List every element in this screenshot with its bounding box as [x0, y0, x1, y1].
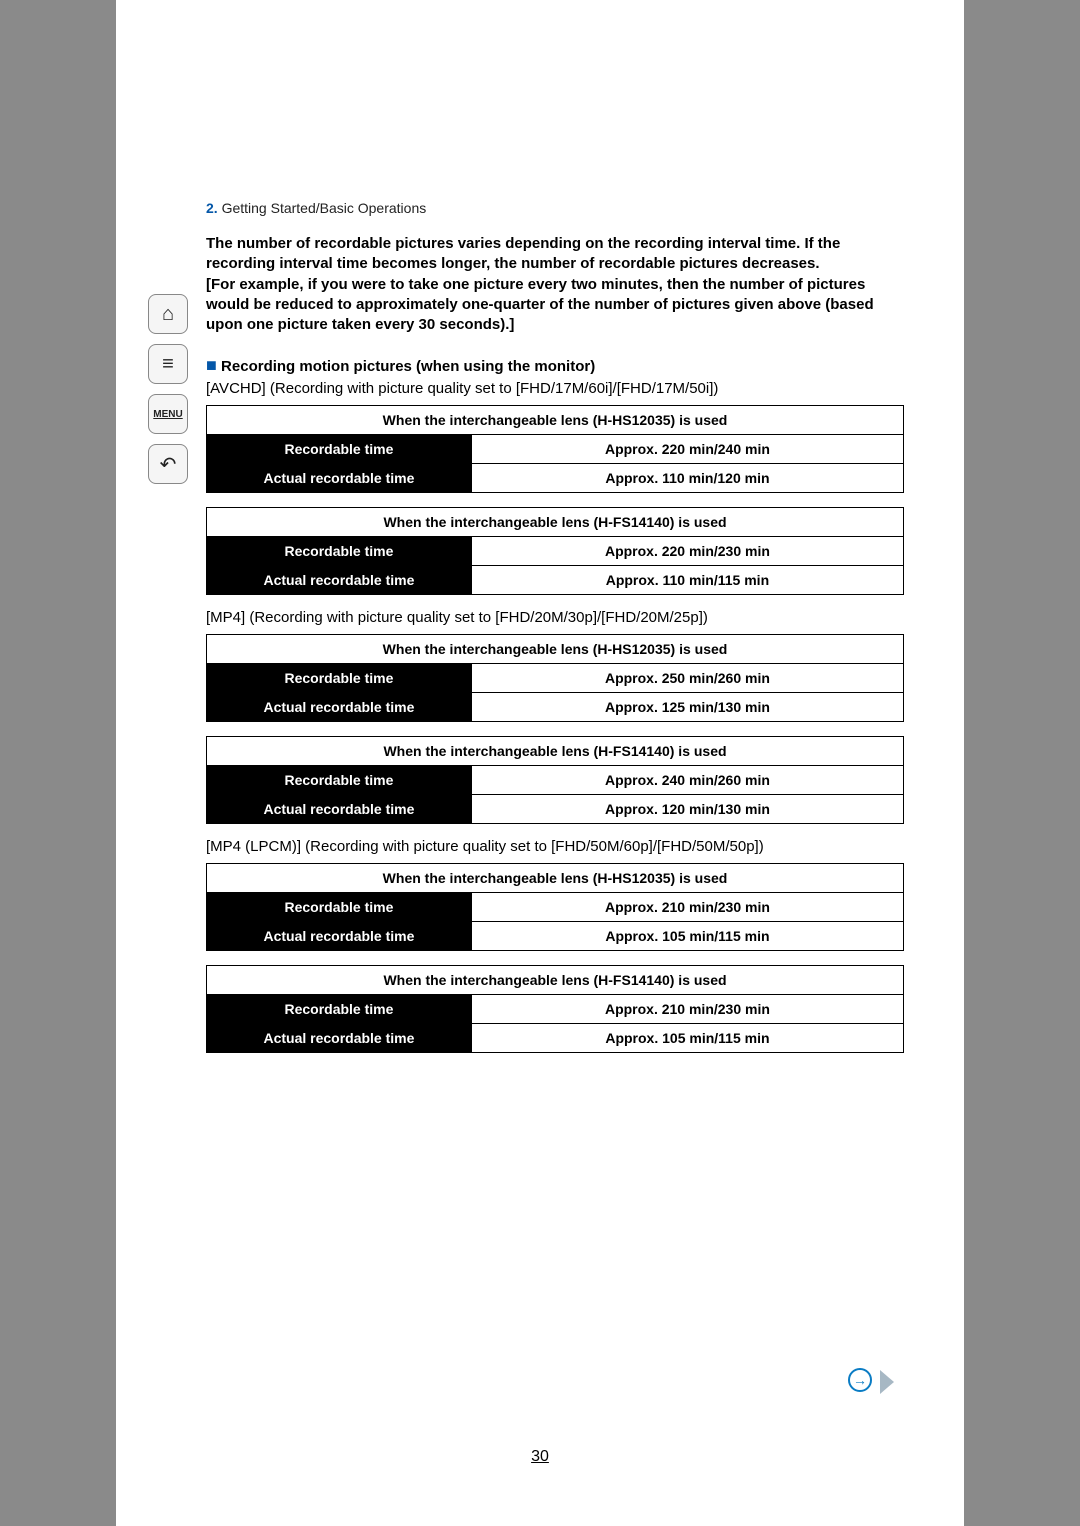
row-label: Recordable time [207, 766, 472, 795]
row-value: Approx. 220 min/230 min [471, 537, 903, 566]
row-value: Approx. 210 min/230 min [471, 995, 903, 1024]
home-icon: ⌂ [162, 303, 174, 326]
row-label: Recordable time [207, 893, 472, 922]
row-value: Approx. 250 min/260 min [471, 664, 903, 693]
table-header: When the interchangeable lens (H-FS14140… [207, 508, 904, 537]
table-header: When the interchangeable lens (H-FS14140… [207, 737, 904, 766]
menu-label: MENU [153, 409, 182, 420]
section-heading-text: Recording motion pictures (when using th… [221, 358, 595, 375]
table-header: When the interchangeable lens (H-FS14140… [207, 966, 904, 995]
page-corner-icon [880, 1370, 894, 1394]
spec-table-avchd-fs14140: When the interchangeable lens (H-FS14140… [206, 507, 904, 595]
row-value: Approx. 240 min/260 min [471, 766, 903, 795]
next-page-button[interactable]: → [848, 1366, 894, 1396]
row-label: Actual recordable time [207, 922, 472, 951]
row-label: Recordable time [207, 995, 472, 1024]
row-label: Actual recordable time [207, 464, 472, 493]
breadcrumb: 2. Getting Started/Basic Operations [206, 200, 904, 216]
row-label: Actual recordable time [207, 795, 472, 824]
row-label: Actual recordable time [207, 693, 472, 722]
spec-table-avchd-hs12035: When the interchangeable lens (H-HS12035… [206, 405, 904, 493]
table-header: When the interchangeable lens (H-HS12035… [207, 635, 904, 664]
home-button[interactable]: ⌂ [148, 294, 188, 334]
row-value: Approx. 110 min/120 min [471, 464, 903, 493]
intro-paragraph: The number of recordable pictures varies… [206, 234, 904, 335]
back-icon: ↶ [160, 452, 177, 477]
row-label: Recordable time [207, 537, 472, 566]
chapter-number: 2. [206, 200, 218, 216]
row-label: Actual recordable time [207, 566, 472, 595]
row-label: Recordable time [207, 435, 472, 464]
arrow-right-icon: → [848, 1368, 872, 1392]
toc-button[interactable]: ≡ [148, 344, 188, 384]
row-value: Approx. 105 min/115 min [471, 922, 903, 951]
back-button[interactable]: ↶ [148, 444, 188, 484]
spec-table-lpcm-fs14140: When the interchangeable lens (H-FS14140… [206, 965, 904, 1053]
spec-table-mp4-fs14140: When the interchangeable lens (H-FS14140… [206, 736, 904, 824]
page-number: 30 [116, 1448, 964, 1466]
menu-button[interactable]: MENU [148, 394, 188, 434]
section-heading: ■ Recording motion pictures (when using … [206, 355, 904, 376]
format-caption-lpcm: [MP4 (LPCM)] (Recording with picture qua… [206, 838, 904, 855]
chapter-title: Getting Started/Basic Operations [222, 200, 427, 216]
nav-sidebar: ⌂ ≡ MENU ↶ [148, 294, 190, 484]
spec-table-mp4-hs12035: When the interchangeable lens (H-HS12035… [206, 634, 904, 722]
row-value: Approx. 125 min/130 min [471, 693, 903, 722]
row-value: Approx. 220 min/240 min [471, 435, 903, 464]
table-header: When the interchangeable lens (H-HS12035… [207, 406, 904, 435]
row-value: Approx. 105 min/115 min [471, 1024, 903, 1053]
row-value: Approx. 210 min/230 min [471, 893, 903, 922]
row-value: Approx. 120 min/130 min [471, 795, 903, 824]
list-icon: ≡ [162, 353, 174, 376]
table-header: When the interchangeable lens (H-HS12035… [207, 864, 904, 893]
row-label: Recordable time [207, 664, 472, 693]
spec-table-lpcm-hs12035: When the interchangeable lens (H-HS12035… [206, 863, 904, 951]
manual-page: 2. Getting Started/Basic Operations The … [116, 0, 964, 1526]
row-value: Approx. 110 min/115 min [471, 566, 903, 595]
bullet-icon: ■ [206, 355, 217, 375]
format-caption-mp4: [MP4] (Recording with picture quality se… [206, 609, 904, 626]
format-caption-avchd: [AVCHD] (Recording with picture quality … [206, 380, 904, 397]
row-label: Actual recordable time [207, 1024, 472, 1053]
